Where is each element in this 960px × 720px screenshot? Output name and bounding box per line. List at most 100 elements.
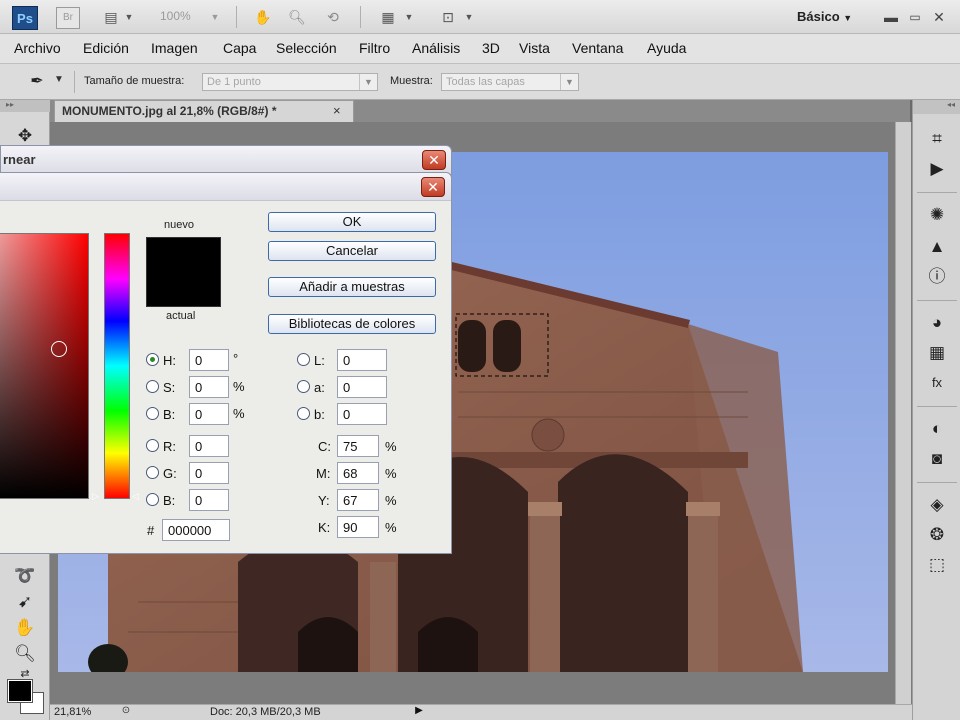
actions-panel-icon[interactable]: ▶ <box>923 156 951 182</box>
saturation-label: S: <box>163 380 176 395</box>
hex-input[interactable]: 000000 <box>162 519 230 541</box>
document-tab[interactable]: MONUMENTO.jpg al 21,8% (RGB/8#) * × <box>54 100 354 122</box>
saturation-brightness-field[interactable] <box>0 233 89 499</box>
workspace-switcher[interactable]: Básico ▼ <box>797 9 852 24</box>
document-info-icon[interactable]: ⊙ <box>118 705 134 719</box>
close-icon[interactable]: ✕ <box>422 150 446 170</box>
histogram-panel-icon[interactable]: ▲ <box>923 234 951 260</box>
current-color-label: actual <box>166 310 196 322</box>
red-radio[interactable] <box>146 439 159 452</box>
rotate-view-icon[interactable]: ⟲ <box>322 8 344 26</box>
close-icon[interactable]: ✕ <box>928 6 950 28</box>
screen-mode-icon[interactable]: ▤ <box>100 8 122 26</box>
hand-tool-icon[interactable]: ✋ <box>8 616 42 640</box>
eyedropper-icon[interactable]: ✒ <box>26 71 48 93</box>
color-panel-icon[interactable]: ◕ <box>923 310 951 336</box>
blue-input[interactable]: 0 <box>189 489 229 511</box>
arrange-documents-icon[interactable]: ▦ <box>376 8 400 26</box>
hue-slider-left-arrow-icon[interactable]: ▷ <box>92 491 99 502</box>
menu-3d[interactable]: 3D <box>482 40 500 56</box>
hue-slider[interactable] <box>104 233 130 499</box>
chevron-down-icon[interactable]: ▼ <box>208 8 222 26</box>
lab-a-input[interactable]: 0 <box>337 376 387 398</box>
lasso-tool-icon[interactable]: ➰ <box>8 564 42 588</box>
channels-panel-icon[interactable]: ❂ <box>923 522 951 548</box>
styles-panel-icon[interactable]: fx <box>923 370 951 396</box>
divider <box>236 6 237 28</box>
close-icon[interactable]: ✕ <box>421 177 445 197</box>
panel-collapse-handle[interactable]: ▸▸ <box>0 100 50 112</box>
sample-select[interactable]: Todas las capas ▼ <box>441 73 579 91</box>
foreground-color-swatch[interactable] <box>7 679 33 703</box>
lab-a-radio[interactable] <box>297 380 310 393</box>
saturation-input[interactable]: 0 <box>189 376 229 398</box>
layers-panel-icon[interactable]: ◈ <box>923 492 951 518</box>
add-to-swatches-button[interactable]: Añadir a muestras <box>268 277 436 297</box>
menu-ayuda[interactable]: Ayuda <box>647 40 686 56</box>
green-radio[interactable] <box>146 466 159 479</box>
cyan-unit: % <box>385 439 397 454</box>
sample-size-select[interactable]: De 1 punto ▼ <box>202 73 378 91</box>
swatches-panel-icon[interactable]: ▦ <box>923 340 951 366</box>
menu-vista[interactable]: Vista <box>519 40 550 56</box>
chevron-down-icon: ▼ <box>560 74 578 90</box>
yellow-input[interactable]: 67 <box>337 489 379 511</box>
chevron-down-icon[interactable]: ▼ <box>122 8 136 26</box>
brightness-input[interactable]: 0 <box>189 403 229 425</box>
cyan-input[interactable]: 75 <box>337 435 379 457</box>
restore-icon[interactable]: ▭ <box>904 6 926 28</box>
color-picker-titlebar[interactable] <box>0 173 451 201</box>
chevron-down-icon[interactable]: ▼ <box>402 8 416 26</box>
history-panel-icon[interactable]: ⌗ <box>923 126 951 152</box>
screen-mode-icon[interactable]: ⊡ <box>436 8 460 26</box>
path-selection-icon[interactable]: ➹ <box>8 590 42 614</box>
menu-seleccion[interactable]: Selección <box>276 40 337 56</box>
blue-radio[interactable] <box>146 493 159 506</box>
chevron-down-icon[interactable]: ▼ <box>54 74 64 85</box>
background-dialog-title: rnear <box>3 152 36 167</box>
saturation-radio[interactable] <box>146 380 159 393</box>
color-libraries-button[interactable]: Bibliotecas de colores <box>268 314 436 334</box>
blue-label: B: <box>163 493 176 508</box>
panel-collapse-handle[interactable]: ◂◂ <box>913 100 960 114</box>
vertical-scrollbar[interactable] <box>895 122 911 704</box>
menu-edicion[interactable]: Edición <box>83 40 129 56</box>
black-input[interactable]: 90 <box>337 516 379 538</box>
hand-tool-icon[interactable]: ✋ <box>252 8 274 26</box>
status-zoom[interactable]: 21,81% <box>54 706 91 718</box>
navigator-panel-icon[interactable]: ✺ <box>923 202 951 228</box>
hue-input[interactable]: 0 <box>189 349 229 371</box>
color-field-marker[interactable] <box>51 341 67 357</box>
magenta-input[interactable]: 68 <box>337 462 379 484</box>
cancel-button[interactable]: Cancelar <box>268 241 436 261</box>
paths-panel-icon[interactable]: ⬚ <box>923 552 951 578</box>
lab-l-radio[interactable] <box>297 353 310 366</box>
red-input[interactable]: 0 <box>189 435 229 457</box>
ok-button[interactable]: OK <box>268 212 436 232</box>
close-icon[interactable]: × <box>333 103 341 118</box>
lab-l-input[interactable]: 0 <box>337 349 387 371</box>
menu-archivo[interactable]: Archivo <box>14 40 61 56</box>
minimize-icon[interactable]: ▬ <box>880 6 902 28</box>
brightness-radio[interactable] <box>146 407 159 420</box>
magenta-unit: % <box>385 466 397 481</box>
yellow-label: Y: <box>318 493 330 508</box>
info-panel-icon[interactable]: ⓘ <box>923 264 951 290</box>
menu-ventana[interactable]: Ventana <box>572 40 623 56</box>
menu-capa[interactable]: Capa <box>223 40 256 56</box>
lab-b-radio[interactable] <box>297 407 310 420</box>
menu-imagen[interactable]: Imagen <box>151 40 198 56</box>
menu-analisis[interactable]: Análisis <box>412 40 460 56</box>
masks-panel-icon[interactable]: ◙ <box>923 446 951 472</box>
zoom-tool-icon[interactable]: 🔍︎ <box>286 8 308 26</box>
lab-b-input[interactable]: 0 <box>337 403 387 425</box>
hue-slider-right-arrow-icon[interactable]: ◁ <box>132 491 139 502</box>
green-input[interactable]: 0 <box>189 462 229 484</box>
bridge-button[interactable]: Br <box>56 7 80 29</box>
status-menu-arrow-icon[interactable]: ▶ <box>412 705 426 719</box>
chevron-down-icon[interactable]: ▼ <box>462 8 476 26</box>
menu-filtro[interactable]: Filtro <box>359 40 390 56</box>
adjustments-panel-icon[interactable]: ◐ <box>923 416 951 442</box>
hue-radio[interactable] <box>146 353 159 366</box>
zoom-level-field[interactable]: 100% <box>160 9 208 23</box>
